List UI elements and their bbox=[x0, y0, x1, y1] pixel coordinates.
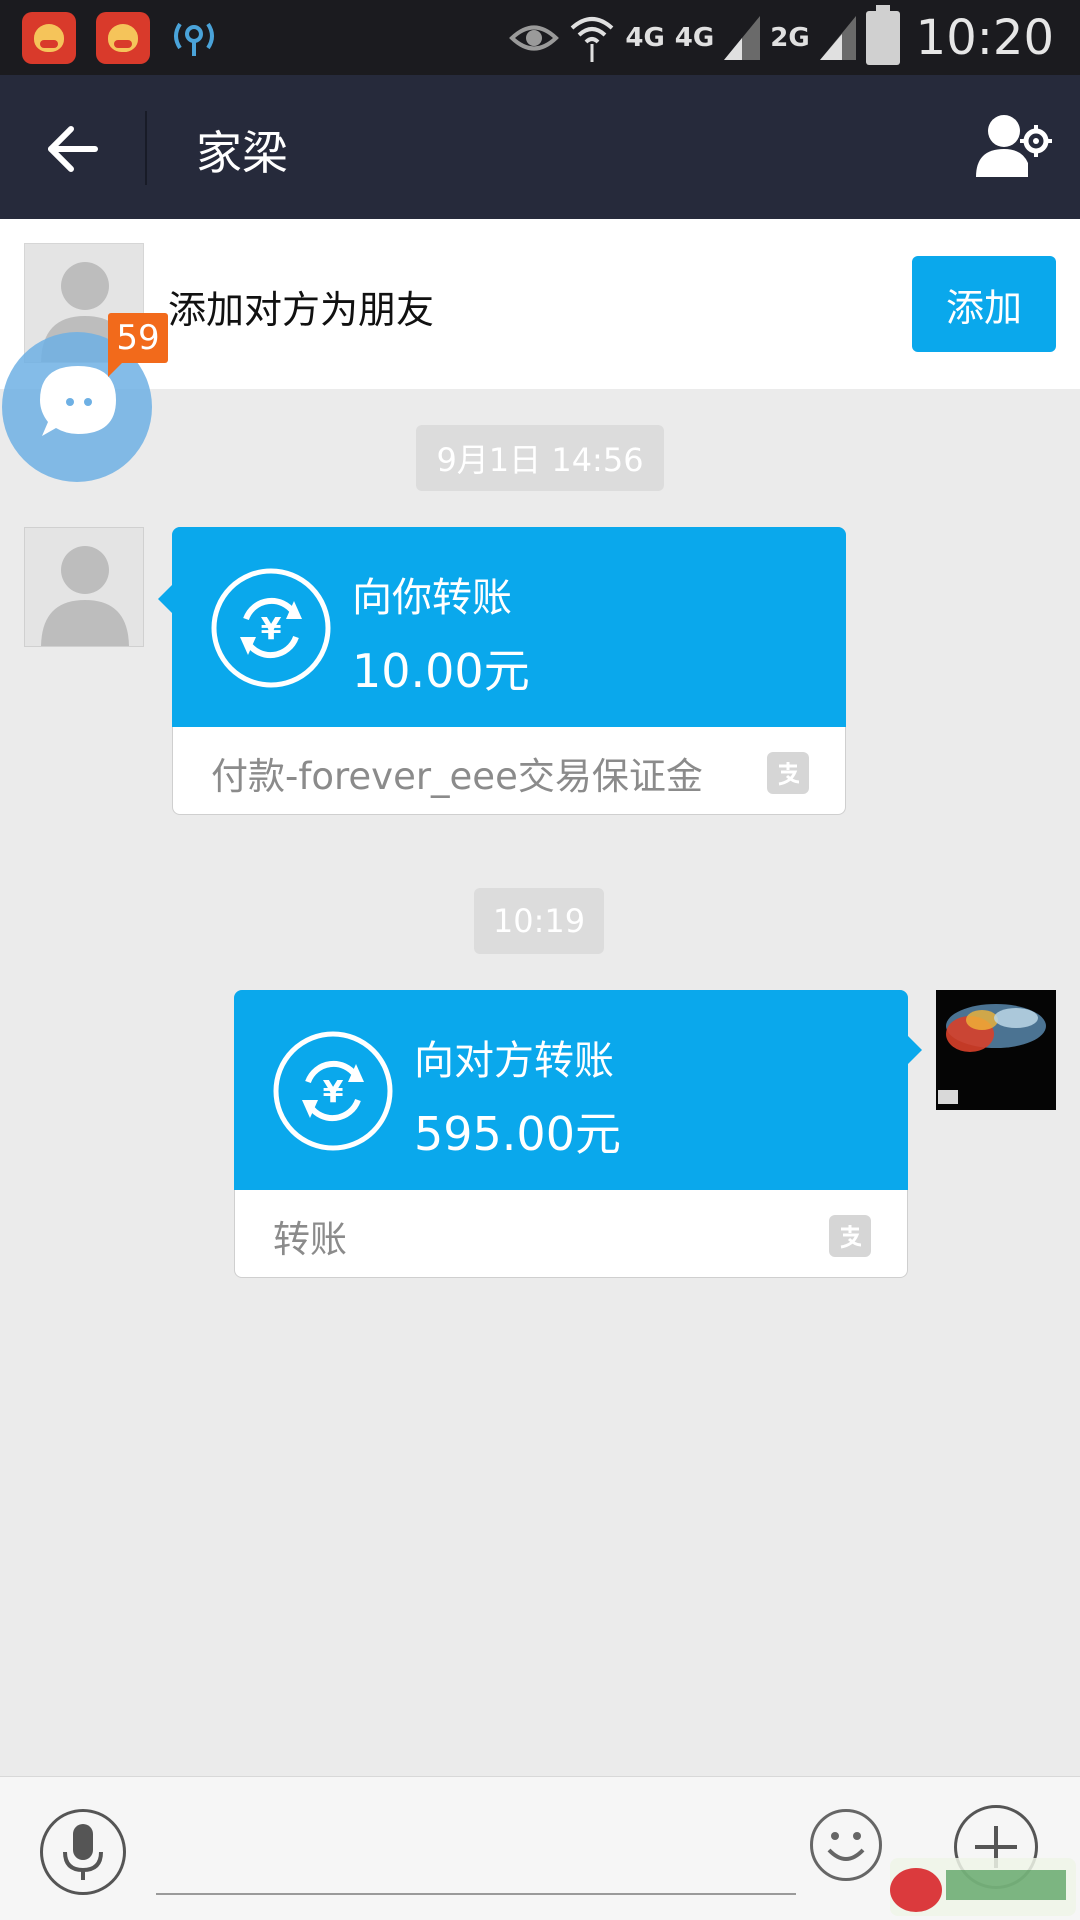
voice-button[interactable] bbox=[40, 1809, 126, 1895]
app-notification-icon bbox=[22, 12, 76, 64]
smiley-icon bbox=[827, 1832, 865, 1861]
arrow-left-icon bbox=[48, 126, 98, 172]
network-label: 2G bbox=[770, 22, 810, 53]
signal-icon bbox=[724, 15, 761, 60]
transfer-title: 向对方转账 bbox=[414, 1038, 614, 1084]
notification-badge: 59 bbox=[108, 313, 168, 377]
message-timestamp: 10:19 bbox=[474, 888, 604, 954]
transfer-note: 付款-forever_eee交易保证金 bbox=[211, 755, 703, 798]
chat-settings-button[interactable] bbox=[974, 111, 1054, 187]
microphone-icon bbox=[63, 1824, 103, 1880]
add-friend-bar: 添加对方为朋友 添加 bbox=[0, 219, 1080, 389]
page-title: 家梁 bbox=[196, 126, 288, 180]
transfer-card[interactable]: ¥ 向你转账 10.00元 付款-forever_eee交易保证金 bbox=[158, 527, 846, 815]
bubble-tail bbox=[158, 585, 172, 613]
status-right: 4G 4G 2G 10:20 bbox=[509, 0, 1054, 75]
avatar-image bbox=[936, 990, 1056, 1110]
transfer-card[interactable]: ¥ 向对方转账 595.00元 转账 bbox=[234, 990, 922, 1278]
chat-header: 家梁 bbox=[0, 75, 1080, 219]
alipay-icon bbox=[829, 1215, 871, 1257]
transfer-card-header: ¥ 向对方转账 595.00元 bbox=[234, 990, 922, 1190]
alipay-icon bbox=[767, 752, 809, 794]
watermark-logo bbox=[890, 1858, 1076, 1916]
svg-text:¥: ¥ bbox=[261, 612, 282, 647]
status-time: 10:20 bbox=[915, 9, 1054, 66]
my-avatar[interactable] bbox=[936, 990, 1056, 1110]
network-label: 4G bbox=[674, 22, 715, 53]
transfer-amount: 595.00元 bbox=[414, 1107, 621, 1161]
transfer-card-header: ¥ 向你转账 10.00元 bbox=[158, 527, 846, 727]
alipay-mark bbox=[840, 1225, 862, 1249]
add-friend-text: 添加对方为朋友 bbox=[168, 288, 435, 332]
yuan-exchange-icon: ¥ bbox=[211, 568, 331, 688]
message-input[interactable] bbox=[156, 1801, 796, 1895]
hotspot-icon bbox=[174, 22, 214, 56]
transfer-title: 向你转账 bbox=[352, 575, 512, 621]
avatar[interactable] bbox=[24, 527, 144, 647]
network-label: 4G bbox=[625, 22, 665, 53]
status-bar: 4G 4G 2G 10:20 bbox=[0, 0, 1080, 75]
battery-icon bbox=[865, 4, 900, 65]
signal-icon bbox=[819, 15, 856, 60]
wifi-icon bbox=[571, 16, 614, 62]
message-timestamp: 9月1日 14:56 bbox=[416, 425, 664, 491]
user-gear-icon bbox=[976, 115, 1052, 177]
header-divider bbox=[145, 111, 147, 185]
eye-icon bbox=[509, 25, 560, 50]
alipay-mark bbox=[778, 762, 800, 786]
transfer-amount: 10.00元 bbox=[352, 644, 530, 698]
input-bar bbox=[0, 1776, 1080, 1920]
bubble-tail bbox=[908, 1036, 922, 1064]
svg-text:¥: ¥ bbox=[323, 1075, 344, 1110]
back-button[interactable] bbox=[32, 109, 112, 189]
app-notification-icon bbox=[96, 12, 150, 64]
transfer-note: 转账 bbox=[273, 1218, 347, 1261]
emoji-button[interactable] bbox=[810, 1809, 882, 1881]
add-friend-button[interactable]: 添加 bbox=[912, 256, 1056, 352]
default-avatar-icon bbox=[41, 546, 129, 646]
yuan-exchange-icon: ¥ bbox=[273, 1031, 393, 1151]
